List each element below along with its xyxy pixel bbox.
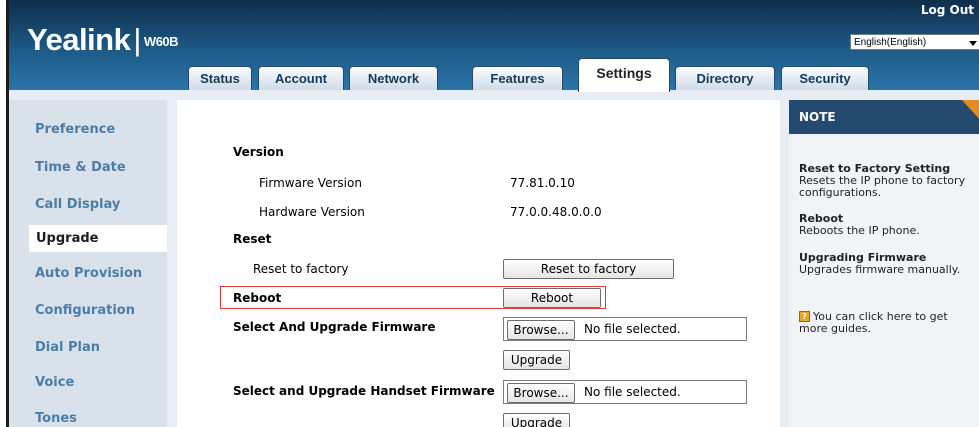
tab-label: Status xyxy=(200,71,240,86)
corner-fold-icon xyxy=(962,100,979,122)
file-status: No file selected. xyxy=(584,385,681,399)
note-reset-desc-cont: configurations. xyxy=(799,186,882,199)
note-panel: NOTE Reset to Factory Setting Resets the… xyxy=(789,100,979,427)
handset-file-input[interactable]: Browse... No file selected. xyxy=(503,380,747,404)
browse-button[interactable]: Browse... xyxy=(507,383,575,403)
note-header: NOTE xyxy=(789,100,979,134)
guide-link[interactable]: You can click here to get xyxy=(813,311,948,322)
sidebar-item-upgrade[interactable]: Upgrade xyxy=(29,225,167,252)
hardware-version-label: Hardware Version xyxy=(259,205,365,219)
upgrade-panel: Version Firmware Version 77.81.0.10 Hard… xyxy=(177,100,780,427)
browser-frame: Yealink| W60B Log Out English(English) St… xyxy=(6,0,979,427)
tab-network[interactable]: Network xyxy=(349,66,438,90)
file-status: No file selected. xyxy=(584,322,681,336)
tab-features[interactable]: Features xyxy=(472,66,563,90)
upgrade-button[interactable]: Upgrade xyxy=(503,350,570,370)
upgrade-handset-firmware-label: Select and Upgrade Handset Firmware xyxy=(233,384,495,398)
tab-label: Directory xyxy=(696,71,754,86)
hardware-version-value: 77.0.0.48.0.0.0 xyxy=(510,205,602,219)
firmware-version-value: 77.81.0.10 xyxy=(510,176,575,190)
tab-label: Features xyxy=(490,71,545,86)
reboot-button[interactable]: Reboot xyxy=(503,288,601,308)
model-name: W60B xyxy=(143,34,179,49)
reset-to-factory-button[interactable]: Reset to factory xyxy=(503,259,674,279)
help-icon[interactable]: ? xyxy=(799,311,810,322)
upgrade-firmware-label: Select And Upgrade Firmware xyxy=(233,320,436,334)
sidebar-item-preference[interactable]: Preference xyxy=(35,122,115,137)
sidebar-item-dial-plan[interactable]: Dial Plan xyxy=(35,340,100,355)
tab-status[interactable]: Status xyxy=(188,66,252,90)
upgrade-handset-button[interactable]: Upgrade xyxy=(503,413,570,427)
chevron-down-icon xyxy=(969,41,977,46)
sidebar-item-time-date[interactable]: Time & Date xyxy=(35,160,126,175)
tab-label: Security xyxy=(799,71,851,86)
firmware-version-label: Firmware Version xyxy=(259,176,362,190)
sidebar: Preference Time & Date Call Display Upgr… xyxy=(9,100,167,427)
tab-label: Network xyxy=(367,71,420,86)
note-reboot-title: Reboot xyxy=(799,212,844,225)
tab-label: Settings xyxy=(596,65,652,81)
header-bar: Yealink| W60B Log Out English(English) St… xyxy=(9,0,979,92)
note-upgrade-title: Upgrading Firmware xyxy=(799,251,927,264)
language-select[interactable]: English(English) xyxy=(850,34,979,50)
guide-link-cont[interactable]: more guides. xyxy=(799,323,871,334)
tab-settings[interactable]: Settings xyxy=(578,58,670,92)
sidebar-item-call-display[interactable]: Call Display xyxy=(35,197,120,212)
sidebar-item-tones[interactable]: Tones xyxy=(35,411,77,426)
tab-security[interactable]: Security xyxy=(781,66,869,90)
logout-link[interactable]: Log Out xyxy=(921,3,974,17)
note-reset-desc: Resets the IP phone to factory xyxy=(799,174,966,187)
version-heading: Version xyxy=(233,145,284,159)
yealink-logo: Yealink| W60B xyxy=(27,22,179,57)
note-reset-title: Reset to Factory Setting xyxy=(799,162,951,175)
tab-label: Account xyxy=(275,71,327,86)
language-value: English(English) xyxy=(854,37,927,48)
tab-directory[interactable]: Directory xyxy=(675,66,775,90)
sidebar-item-voice[interactable]: Voice xyxy=(35,375,74,390)
sidebar-item-configuration[interactable]: Configuration xyxy=(35,303,135,318)
browse-button[interactable]: Browse... xyxy=(507,320,575,340)
firmware-file-input[interactable]: Browse... No file selected. xyxy=(503,317,747,341)
note-reboot-desc: Reboots the IP phone. xyxy=(799,224,920,237)
brand-name: Yealink xyxy=(27,22,131,57)
sidebar-item-auto-provision[interactable]: Auto Provision xyxy=(35,266,142,281)
reboot-label: Reboot xyxy=(233,291,282,305)
reset-to-factory-label: Reset to factory xyxy=(253,262,349,276)
reset-heading: Reset xyxy=(233,232,272,246)
tab-account[interactable]: Account xyxy=(258,66,344,90)
note-title: NOTE xyxy=(799,110,836,124)
note-upgrade-desc: Upgrades firmware manually. xyxy=(799,263,961,276)
